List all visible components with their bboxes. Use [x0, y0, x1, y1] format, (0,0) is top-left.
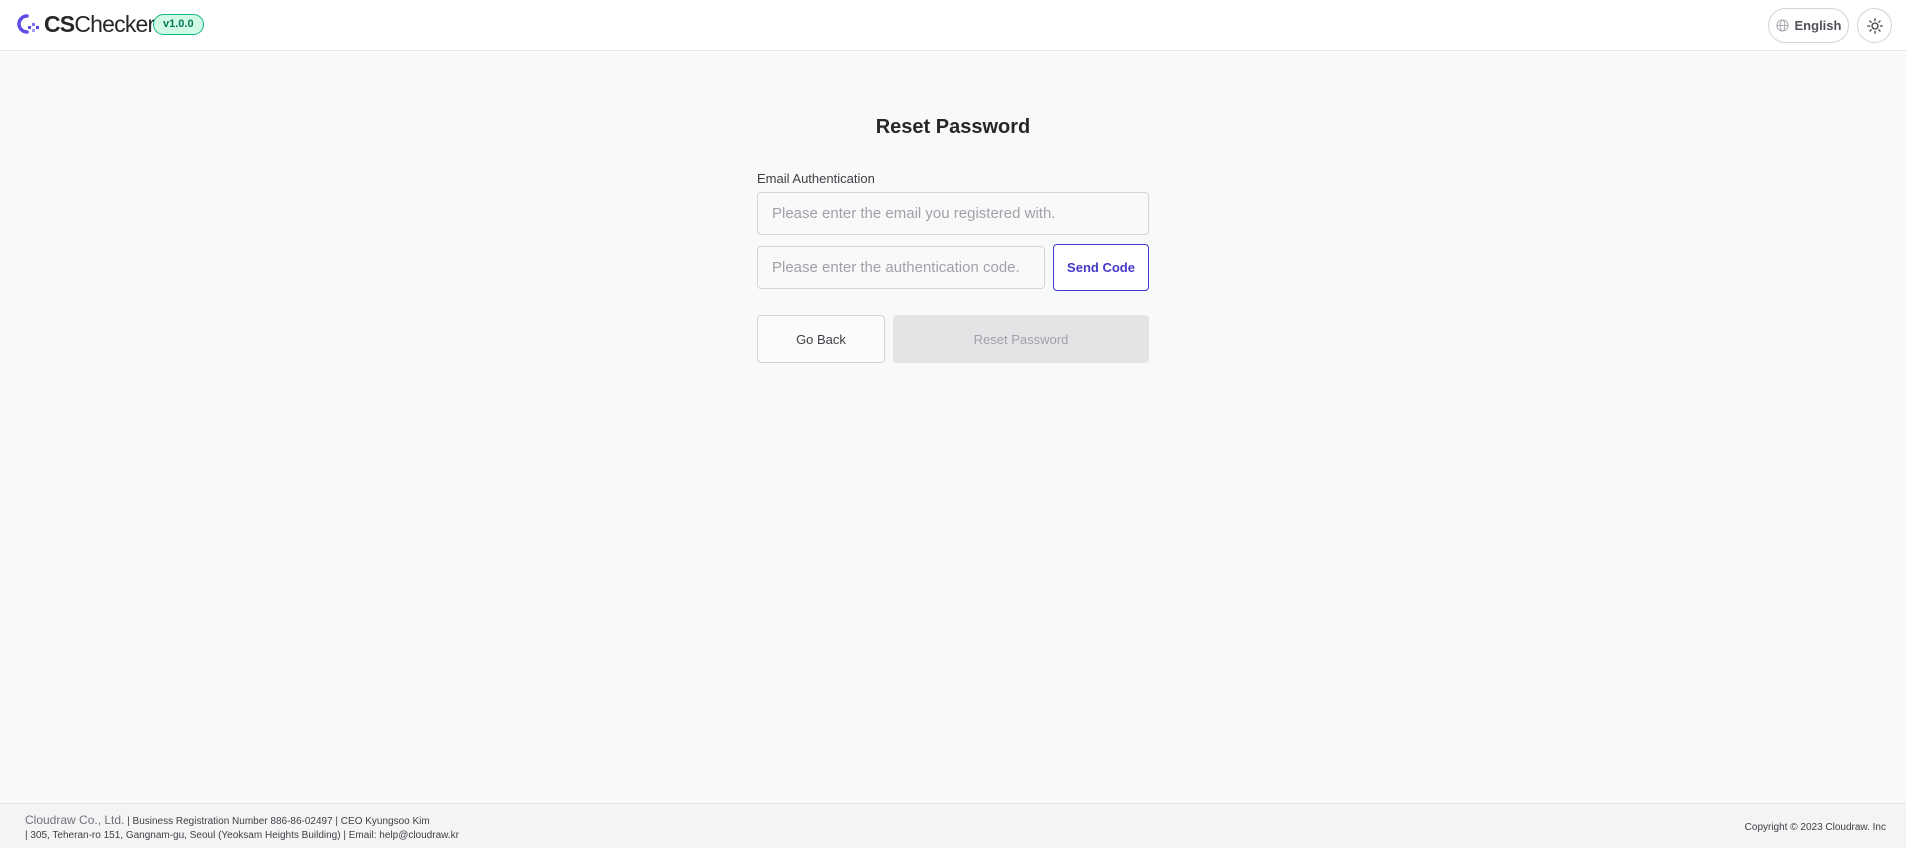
- version-badge: v1.0.0: [153, 14, 204, 35]
- go-back-button[interactable]: Go Back: [757, 315, 885, 363]
- copyright: Copyright © 2023 Cloudraw. Inc: [1744, 822, 1886, 833]
- registration-info: | Business Registration Number 886-86-02…: [124, 816, 430, 827]
- top-bar: CSChecker v1.0.0 English: [0, 0, 1906, 51]
- app-name: CSChecker: [44, 10, 155, 37]
- footer: Cloudraw Co., Ltd. | Business Registrati…: [0, 803, 1906, 848]
- app-logo[interactable]: CSChecker: [14, 10, 155, 38]
- company-info: Cloudraw Co., Ltd. | Business Registrati…: [25, 813, 430, 827]
- auth-code-input[interactable]: [757, 246, 1045, 289]
- company-name: Cloudraw Co., Ltd.: [25, 813, 125, 827]
- language-selector[interactable]: English: [1768, 8, 1849, 43]
- globe-icon: [1775, 19, 1789, 32]
- page-title: Reset Password: [875, 116, 1031, 138]
- theme-toggle-button[interactable]: [1857, 8, 1892, 43]
- email-auth-label: Email Authentication: [757, 171, 875, 186]
- reset-password-button[interactable]: Reset Password: [893, 315, 1149, 363]
- sun-icon: [1866, 17, 1883, 34]
- company-address: | 305, Teheran-ro 151, Gangnam-gu, Seoul…: [25, 830, 459, 841]
- language-label: English: [1794, 18, 1842, 33]
- email-input[interactable]: [757, 192, 1149, 235]
- cs-checker-logo-icon: [17, 14, 39, 34]
- send-code-button[interactable]: Send Code: [1053, 244, 1149, 291]
